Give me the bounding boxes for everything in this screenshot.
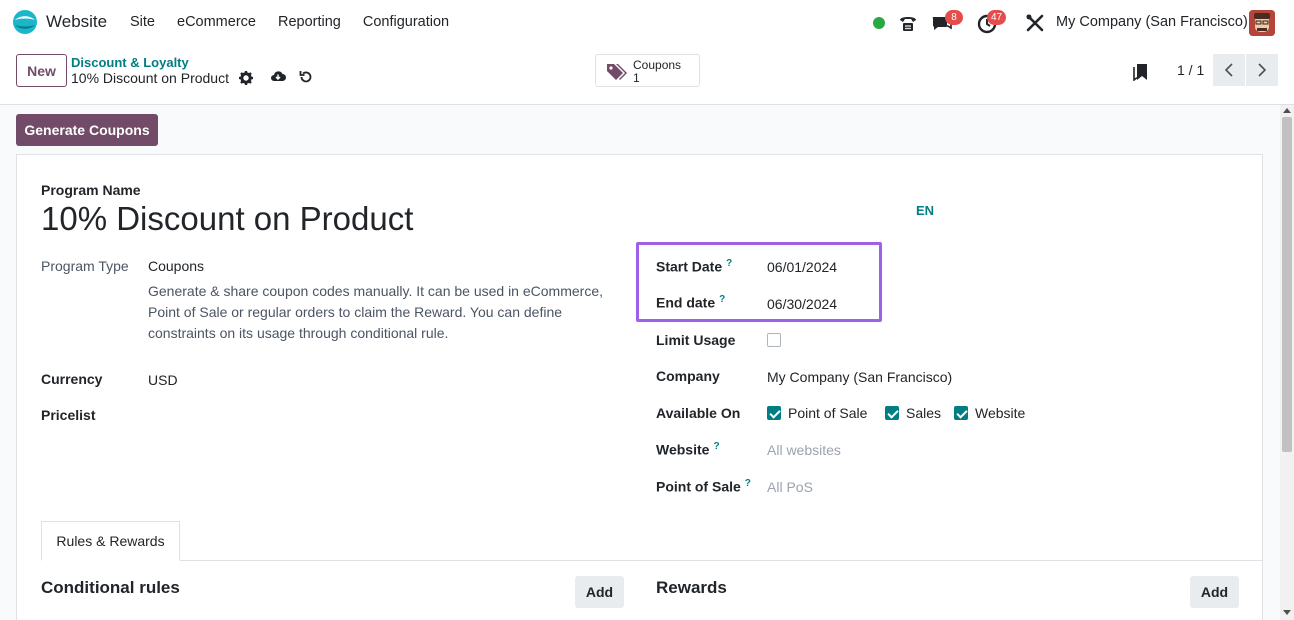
company-switcher[interactable]: My Company (San Francisco): [1056, 14, 1248, 30]
coupons-label: Coupons: [633, 58, 682, 72]
bookmarks-icon[interactable]: [1133, 63, 1149, 81]
available-website-label: Website: [975, 405, 1026, 421]
start-date-label-text: Start Date: [656, 258, 723, 275]
breadcrumb-current: 10% Discount on Product: [71, 70, 229, 86]
rewards-title: Rewards: [656, 578, 727, 597]
user-avatar[interactable]: [1249, 10, 1275, 36]
chevron-left-icon: [1224, 63, 1233, 77]
app-name: Website: [46, 12, 108, 31]
tags-icon: [607, 64, 627, 80]
pager-next-button[interactable]: [1246, 54, 1278, 86]
phone-icon[interactable]: [897, 12, 919, 34]
available-pos-label: Point of Sale: [788, 405, 868, 421]
start-date-help-icon[interactable]: ?: [726, 258, 732, 269]
main-menu: Site eCommerce Reporting Configuration: [130, 14, 471, 30]
tab-rules-rewards[interactable]: Rules & Rewards: [41, 521, 180, 561]
online-status-icon: [873, 17, 885, 29]
end-date-label-text: End date: [656, 294, 716, 311]
end-date-help-icon[interactable]: ?: [719, 294, 725, 305]
pos-label-text: Point of Sale: [656, 478, 741, 495]
breadcrumb-parent[interactable]: Discount & Loyalty: [71, 55, 189, 70]
menu-ecommerce[interactable]: eCommerce: [177, 14, 256, 30]
app-brand[interactable]: Website: [12, 9, 107, 35]
menu-reporting[interactable]: Reporting: [278, 14, 341, 30]
chevron-right-icon: [1258, 63, 1267, 77]
available-website-checkbox[interactable]: [954, 406, 968, 420]
conditional-rules-title: Conditional rules: [41, 578, 180, 597]
tabs-divider: [41, 560, 1263, 561]
program-type-label: Program Type: [41, 258, 129, 274]
vertical-scrollbar[interactable]: [1280, 105, 1294, 620]
company-label: Company: [656, 368, 720, 384]
website-app-icon: [13, 10, 37, 34]
program-type-description: Generate & share coupon codes manually. …: [148, 283, 603, 341]
menu-configuration[interactable]: Configuration: [363, 14, 449, 30]
currency-field[interactable]: USD: [148, 372, 178, 388]
limit-usage-checkbox[interactable]: [767, 333, 781, 347]
program-name-input[interactable]: 10% Discount on Product: [41, 200, 413, 238]
scroll-down-arrow-icon[interactable]: [1283, 610, 1291, 615]
website-label-text: Website: [656, 441, 710, 458]
scroll-up-arrow-icon[interactable]: [1283, 108, 1291, 113]
menu-site[interactable]: Site: [130, 14, 155, 30]
start-date-field[interactable]: 06/01/2024: [767, 259, 837, 275]
end-date-field[interactable]: 06/30/2024: [767, 296, 837, 312]
cloud-save-icon[interactable]: [270, 68, 286, 84]
available-sales-label: Sales: [906, 405, 942, 421]
new-button[interactable]: New: [16, 54, 67, 87]
limit-usage-label: Limit Usage: [656, 332, 736, 348]
generate-coupons-button[interactable]: Generate Coupons: [16, 114, 158, 146]
activities-badge: 47: [987, 10, 1007, 25]
program-name-label: Program Name: [41, 182, 141, 198]
company-field[interactable]: My Company (San Francisco): [767, 369, 952, 385]
available-sales-checkbox[interactable]: [885, 406, 899, 420]
scrollbar-thumb[interactable]: [1282, 117, 1292, 452]
discard-undo-icon[interactable]: [298, 69, 314, 85]
website-label: Website?: [656, 441, 720, 458]
start-date-label: Start Date?: [656, 258, 732, 275]
end-date-label: End date?: [656, 294, 725, 311]
available-pos-checkbox[interactable]: [767, 406, 781, 420]
available-on-label: Available On: [656, 405, 741, 421]
pos-label: Point of Sale?: [656, 478, 751, 495]
avatar-face-icon: [1249, 10, 1275, 36]
messages-badge: 8: [945, 10, 963, 25]
gear-icon[interactable]: [238, 70, 254, 86]
program-type-value[interactable]: Coupons: [148, 258, 204, 274]
debug-tools-icon[interactable]: [1024, 12, 1046, 34]
top-navbar: Website Site eCommerce Reporting Configu…: [0, 0, 1294, 46]
website-field[interactable]: All websites: [767, 442, 841, 458]
currency-label: Currency: [41, 371, 103, 387]
pos-field[interactable]: All PoS: [767, 479, 813, 495]
coupons-count: 1: [633, 71, 640, 85]
pager-value[interactable]: 1 / 1: [1177, 62, 1204, 78]
pricelist-label: Pricelist: [41, 407, 96, 423]
pos-help-icon[interactable]: ?: [745, 478, 751, 489]
add-reward-button[interactable]: Add: [1190, 576, 1239, 608]
coupons-smart-button[interactable]: Coupons 1: [595, 54, 700, 87]
add-rule-button[interactable]: Add: [575, 576, 624, 608]
language-toggle[interactable]: EN: [916, 203, 934, 218]
website-help-icon[interactable]: ?: [713, 441, 719, 452]
control-panel: New Discount & Loyalty 10% Discount on P…: [0, 46, 1294, 105]
form-content: Generate Coupons Program Name 10% Discou…: [0, 105, 1280, 620]
form-sheet: Program Name 10% Discount on Product EN …: [16, 154, 1263, 620]
pager-previous-button[interactable]: [1213, 54, 1245, 86]
